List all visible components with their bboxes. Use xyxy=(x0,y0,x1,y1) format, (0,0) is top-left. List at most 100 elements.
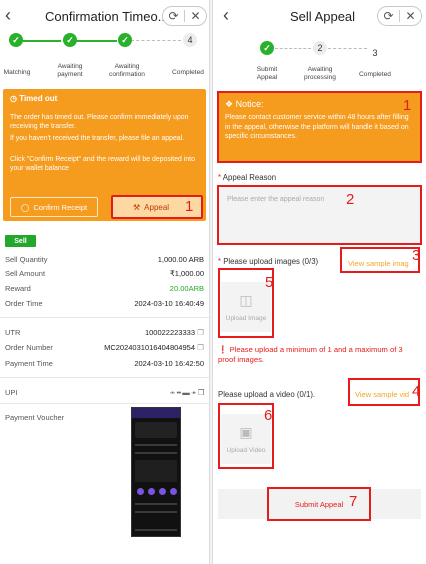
detail-row: UPI ∙▪∙ •• ▬ ∙▪∙ ❐ xyxy=(5,388,205,399)
step-label: Completed xyxy=(359,71,391,78)
sell-appeal-panel: ‹ Sell Appeal ⟳ ✕ ✓ 2 3 Submit Appeal Aw… xyxy=(213,0,426,564)
detail-row: Reward 20.00ARB xyxy=(5,284,204,295)
confirm-receipt-button[interactable]: ◯ Confirm Receipt xyxy=(10,197,98,217)
step-number: 4 xyxy=(183,33,197,47)
voucher-line xyxy=(135,529,177,531)
step-label: Awaiting confirmation xyxy=(109,63,145,78)
check-icon: ✓ xyxy=(260,41,274,55)
voucher-line xyxy=(135,444,177,446)
row-label: Order Number xyxy=(5,343,53,352)
check-icon: ✓ xyxy=(118,33,132,47)
row-value: 2024-03-10 16:42:50 xyxy=(134,359,204,368)
voucher-header xyxy=(132,408,180,418)
annotation-marker: 1 xyxy=(403,97,412,114)
appeal-reason-label: * Appeal Reason xyxy=(218,173,276,182)
timeout-title: Timed out xyxy=(19,94,58,103)
annotation-marker: 6 xyxy=(264,407,273,424)
clock-icon: ◷ xyxy=(10,94,17,103)
voucher-card xyxy=(135,422,177,438)
step-number: 2 xyxy=(313,41,327,55)
row-label: Payment Time xyxy=(5,359,53,368)
back-arrow-icon[interactable]: ‹ xyxy=(223,6,229,24)
annotation-marker: 5 xyxy=(265,274,274,291)
copy-icon[interactable]: ❐ xyxy=(197,343,204,352)
page-title: Confirmation Timeo... xyxy=(45,9,169,24)
page-title: Sell Appeal xyxy=(290,9,356,24)
upi-value-redacted: ∙▪∙ •• ▬ ∙▪∙ ❐ xyxy=(169,388,205,397)
annotation-box xyxy=(348,378,420,406)
images-warning: ❗ Please upload a minimum of 1 and a max… xyxy=(218,345,418,365)
upload-images-label: * Please upload images (0/3) xyxy=(218,257,318,266)
detail-row: Order Time 2024-03-10 16:40:49 xyxy=(5,299,204,310)
images-warning-text: Please upload a minimum of 1 and a maxim… xyxy=(218,345,403,364)
divider xyxy=(0,377,209,378)
copy-icon[interactable]: ❐ xyxy=(197,328,204,337)
timeout-alert: ◷ Timed out The order has timed out. Ple… xyxy=(3,89,206,221)
row-value: 2024-03-10 16:40:49 xyxy=(134,299,204,308)
appeal-label: Appeal xyxy=(144,202,170,212)
timeout-heading: ◷ Timed out xyxy=(10,94,57,103)
row-label: UPI xyxy=(5,388,18,397)
detail-row: Sell Amount ₹1,000.00 xyxy=(5,269,204,280)
row-label: Order Time xyxy=(5,299,43,308)
row-value: MC2024031016404804954 xyxy=(104,343,195,352)
voucher-icon xyxy=(159,488,166,495)
step-connector xyxy=(131,40,181,41)
refresh-icon[interactable]: ⟳ xyxy=(163,7,184,25)
timeout-message: If you haven't received the transfer, pl… xyxy=(10,135,185,142)
alert-icon: ❗ xyxy=(218,345,228,354)
detail-row: Payment Time 2024-03-10 16:42:50 xyxy=(5,359,204,370)
check-circle-icon: ◯ xyxy=(20,202,30,212)
annotation-box xyxy=(340,247,420,273)
submit-appeal-label: Submit Appeal xyxy=(294,499,344,509)
annotation-marker: 3 xyxy=(412,247,421,264)
step-label: Matching xyxy=(3,69,31,76)
upload-video-label: Please upload a video (0/1). xyxy=(218,390,316,399)
confirm-receipt-label: Confirm Receipt xyxy=(33,202,88,212)
upload-images-text: Please upload images (0/3) xyxy=(223,257,319,266)
row-value: 1,000.00 ARB xyxy=(157,255,204,264)
step-label: Awaiting payment xyxy=(57,63,83,78)
voucher-card xyxy=(135,460,177,482)
timeout-message: Click "Confirm Receipt" and the reward w… xyxy=(10,156,195,172)
row-label: Reward xyxy=(5,284,31,293)
row-label: Sell Quantity xyxy=(5,255,48,264)
step-number: 3 xyxy=(372,48,378,58)
header: ‹ Sell Appeal ⟳ ✕ xyxy=(213,0,426,32)
annotation-marker: 1 xyxy=(185,198,194,215)
annotation-marker: 7 xyxy=(349,493,358,510)
divider xyxy=(0,403,209,404)
divider xyxy=(0,317,209,318)
header-actions: ⟳ ✕ xyxy=(377,6,422,26)
voucher-icon xyxy=(137,488,144,495)
annotation-marker: 2 xyxy=(346,191,355,208)
row-label: UTR xyxy=(5,328,21,337)
payment-voucher-image[interactable] xyxy=(131,407,181,537)
header-actions: ⟳ ✕ xyxy=(162,6,207,26)
detail-row: Order Number MC2024031016404804954 ❐ xyxy=(5,343,204,354)
detail-row: Sell Quantity 1,000.00 ARB xyxy=(5,255,204,266)
step-connector xyxy=(76,40,117,42)
header: ‹ Confirmation Timeo... ⟳ ✕ xyxy=(0,0,209,32)
row-label: Payment Voucher xyxy=(5,413,65,422)
close-icon[interactable]: ✕ xyxy=(400,7,421,25)
refresh-icon[interactable]: ⟳ xyxy=(378,7,399,25)
hammer-icon: ⚒ xyxy=(133,202,141,212)
timeout-message: The order has timed out. Please confirm … xyxy=(10,114,189,130)
back-arrow-icon[interactable]: ‹ xyxy=(5,6,11,24)
row-value: ₹1,000.00 xyxy=(170,269,204,278)
close-icon[interactable]: ✕ xyxy=(185,7,206,25)
voucher-icon xyxy=(148,488,155,495)
voucher-icon xyxy=(170,488,177,495)
step-label: Completed xyxy=(172,69,204,76)
voucher-line xyxy=(135,452,177,454)
step-connector xyxy=(328,48,367,49)
appeal-button[interactable]: ⚒ Appeal 1 xyxy=(111,195,203,219)
step-connector xyxy=(21,40,61,42)
row-value: 100022223333 xyxy=(144,328,195,337)
step-label: Submit Appeal xyxy=(256,66,278,81)
appeal-reason-text: Appeal Reason xyxy=(222,173,277,182)
annotation-box xyxy=(217,185,422,245)
annotation-marker: 4 xyxy=(412,383,421,400)
detail-row: UTR 100022223333 ❐ xyxy=(5,328,204,339)
